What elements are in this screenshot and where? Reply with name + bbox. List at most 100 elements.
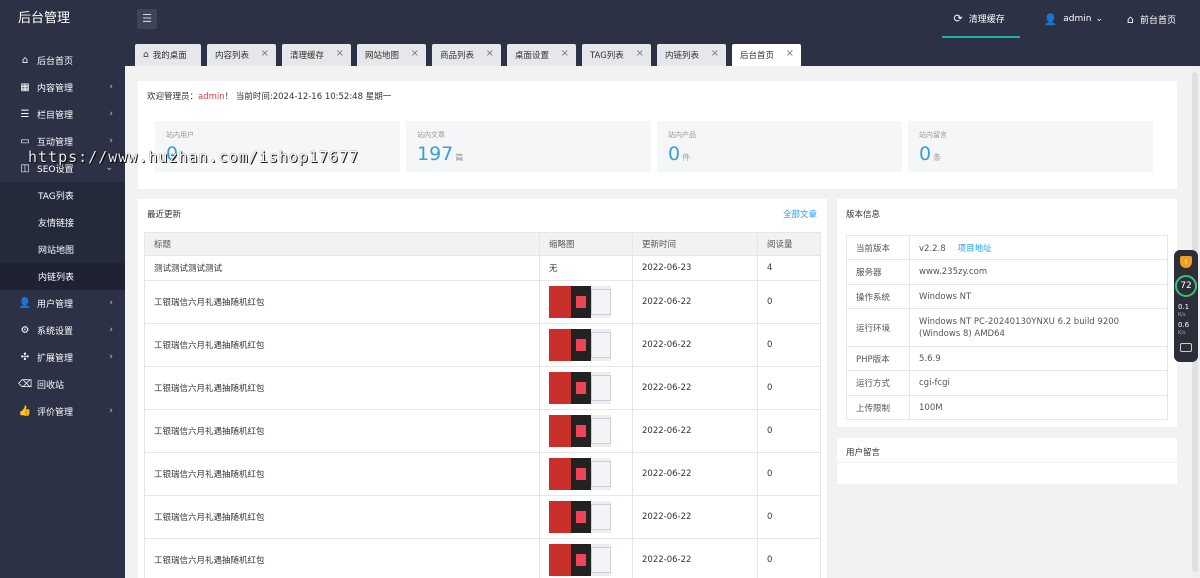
tab-desktop-settings[interactable]: 桌面设置 × — [507, 44, 576, 66]
version-row: PHP版本 5.6.9 — [846, 346, 1168, 371]
project-link[interactable]: 项目地址 — [958, 244, 992, 254]
row-title[interactable]: 测试测试测试测试 — [144, 255, 540, 281]
tab-admin-home[interactable]: 后台首页 × — [732, 44, 801, 66]
thumbnail-image — [549, 286, 611, 318]
table-row[interactable]: 工银瑞信六月礼遇抽随机红包 2022-06-22 0 — [144, 452, 821, 496]
close-icon[interactable]: × — [336, 48, 344, 59]
sidebar-item-users[interactable]: 👤 用户管理 › — [0, 290, 125, 317]
row-reads: 0 — [757, 495, 821, 539]
tab-content-list[interactable]: 内容列表 × — [207, 44, 276, 66]
table-row[interactable]: 测试测试测试测试无 2022-06-23 4 — [144, 255, 821, 281]
sidebar-sub-friend-links[interactable]: 友情链接 — [0, 209, 125, 236]
close-icon[interactable]: × — [711, 48, 719, 59]
version-value: cgi-fcgi — [909, 370, 1168, 396]
tab-label: 商品列表 — [440, 51, 475, 61]
tab-my-desktop[interactable]: ⌂ 我的桌面 — [135, 44, 201, 66]
row-title[interactable]: 工银瑞信六月礼遇抽随机红包 — [144, 323, 540, 367]
row-date: 2022-06-22 — [632, 409, 758, 453]
sidebar-item-columns[interactable]: ☰ 栏目管理 › — [0, 101, 125, 128]
sidebar-item-label: 系统设置 — [37, 327, 74, 337]
table-row[interactable]: 工银瑞信六月礼遇抽随机红包 2022-06-22 0 — [144, 280, 821, 324]
row-date: 2022-06-22 — [632, 280, 758, 324]
table-row[interactable]: 工银瑞信六月礼遇抽随机红包 2022-06-22 0 — [144, 538, 821, 578]
version-key: 运行环境 — [846, 308, 910, 347]
menu-toggle-button[interactable]: ☰ — [137, 9, 157, 29]
sidebar-item-settings[interactable]: ⚙ 系统设置 › — [0, 317, 125, 344]
close-icon[interactable]: × — [486, 48, 494, 59]
sidebar-item-label: SEO设置 — [37, 165, 74, 175]
sidebar-item-reviews[interactable]: 👍 评价管理 › — [0, 398, 125, 425]
tab-tag-list[interactable]: TAG列表 × — [582, 44, 651, 66]
table-header-row: 标题 缩略图 更新时间 阅读量 — [144, 232, 821, 256]
tab-sitemap[interactable]: 网站地图 × — [357, 44, 426, 66]
stat-label: 站内用户 — [166, 131, 194, 139]
tab-inner-links[interactable]: 内链列表 × — [657, 44, 726, 66]
col-title: 标题 — [144, 232, 540, 256]
front-home-link[interactable]: ⌂ 前台首页 — [1115, 0, 1200, 38]
welcome-line: 欢迎管理员：admin！ 当前时间:2024-12-16 10:52:48 星期… — [147, 90, 391, 102]
stat-unit: 件 — [682, 153, 691, 162]
sidebar-item-extend[interactable]: ✣ 扩展管理 › — [0, 344, 125, 371]
stat-value-wrap: 0件 — [668, 143, 690, 165]
table-row[interactable]: 工银瑞信六月礼遇抽随机红包 2022-06-22 0 — [144, 495, 821, 539]
row-title[interactable]: 工银瑞信六月礼遇抽随机红包 — [144, 366, 540, 410]
chevron-right-icon: › — [109, 325, 113, 335]
upload-unit: K/s — [1178, 312, 1186, 318]
col-date: 更新时间 — [632, 232, 758, 256]
sidebar-item-interaction[interactable]: ▭ 互动管理 › — [0, 128, 125, 155]
close-icon[interactable]: × — [561, 48, 569, 59]
version-row: 操作系统 Windows NT — [846, 284, 1168, 309]
chevron-right-icon: › — [109, 136, 113, 146]
sidebar-item-label: 扩展管理 — [37, 354, 74, 364]
tab-product-list[interactable]: 商品列表 × — [432, 44, 501, 66]
row-title[interactable]: 工银瑞信六月礼遇抽随机红包 — [144, 452, 540, 496]
sidebar-sub-tag-list[interactable]: TAG列表 — [0, 182, 125, 209]
close-icon[interactable]: × — [261, 48, 269, 59]
sidebar-sub-sitemap[interactable]: 网站地图 — [0, 236, 125, 263]
version-key: 操作系统 — [846, 284, 910, 309]
sidebar-sub-inner-links[interactable]: 内链列表 — [0, 263, 125, 290]
user-icon: 👤 — [18, 298, 32, 309]
thumbnail-image — [549, 501, 611, 533]
row-title[interactable]: 工银瑞信六月礼遇抽随机红包 — [144, 409, 540, 453]
row-thumb: 无 — [539, 255, 633, 281]
sidebar-item-content[interactable]: ▦ 内容管理 › — [0, 74, 125, 101]
clear-cache-button[interactable]: ⟳ 清理缓存 — [941, 0, 1020, 38]
tab-clear-cache[interactable]: 清理缓存 × — [282, 44, 351, 66]
top-right-nav: ⟳ 清理缓存 👤 admin ⌄ ⌂ 前台首页 — [941, 0, 1200, 38]
version-key: 上传限制 — [846, 395, 910, 420]
speed-widget[interactable]: ! 72 0.1 K/s 0.6 K/s — [1174, 250, 1198, 362]
sidebar-item-recycle[interactable]: ⌫ 回收站 — [0, 371, 125, 398]
download-speed: 0.6 K/s — [1178, 321, 1196, 337]
camera-icon[interactable] — [1180, 343, 1192, 352]
sidebar: ⌂ 后台首页 ▦ 内容管理 › ☰ 栏目管理 › ▭ 互动管理 › ◫ SEO设置 ⌄ TAG列表… — [0, 38, 125, 578]
close-icon[interactable]: × — [411, 48, 419, 59]
close-icon[interactable]: × — [636, 48, 644, 59]
row-title[interactable]: 工银瑞信六月礼遇抽随机红包 — [144, 280, 540, 324]
latest-updates-panel: 最近更新 全部文章 标题 缩略图 更新时间 阅读量 测试测试测试测试无 2022-… — [138, 199, 827, 578]
table-row[interactable]: 工银瑞信六月礼遇抽随机红包 2022-06-22 0 — [144, 409, 821, 453]
table-row[interactable]: 工银瑞信六月礼遇抽随机红包 2022-06-22 0 — [144, 323, 821, 367]
user-menu[interactable]: 👤 admin ⌄ — [1032, 0, 1115, 38]
row-title[interactable]: 工银瑞信六月礼遇抽随机红包 — [144, 538, 540, 578]
row-reads: 0 — [757, 280, 821, 324]
row-title[interactable]: 工银瑞信六月礼遇抽随机红包 — [144, 495, 540, 539]
tab-label: 内链列表 — [665, 51, 700, 61]
latest-table: 标题 缩略图 更新时间 阅读量 测试测试测试测试无 2022-06-23 4 工银瑞… — [144, 232, 821, 578]
sidebar-item-seo[interactable]: ◫ SEO设置 ⌄ — [0, 155, 125, 182]
all-articles-link[interactable]: 全部文章 — [783, 208, 817, 220]
refresh-icon: ⟳ — [953, 11, 963, 25]
main-content: 欢迎管理员：admin！ 当前时间:2024-12-16 10:52:48 星期… — [125, 66, 1200, 578]
close-icon[interactable]: × — [786, 48, 794, 59]
sidebar-item-home[interactable]: ⌂ 后台首页 — [0, 47, 125, 74]
table-row[interactable]: 工银瑞信六月礼遇抽随机红包 2022-06-22 0 — [144, 366, 821, 410]
stat-label: 站内文章 — [417, 131, 445, 139]
download-unit: K/s — [1178, 330, 1186, 336]
message-icon: ▭ — [20, 136, 30, 147]
stat-unit: 篇 — [455, 153, 464, 162]
row-thumb-cell — [539, 452, 633, 496]
chevron-right-icon: › — [109, 406, 113, 416]
stat-label: 站内产品 — [668, 131, 696, 139]
guestbook-title: 用户留言 — [846, 448, 881, 458]
sidebar-item-label: 内容管理 — [37, 84, 74, 94]
